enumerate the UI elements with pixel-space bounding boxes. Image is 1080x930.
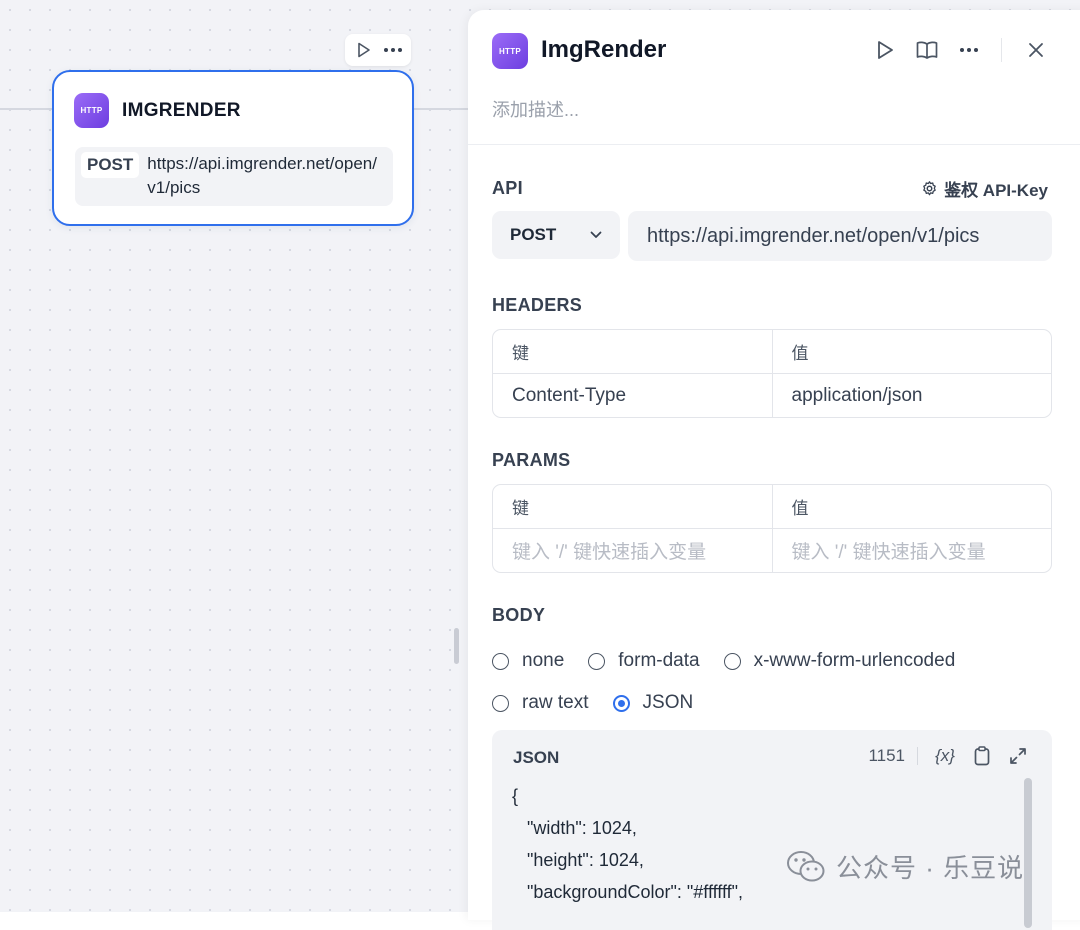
radio-x-www-form-urlencoded[interactable]: x-www-form-urlencoded [723,650,956,672]
params-table-header: 键 值 [493,485,1051,528]
json-editor[interactable]: JSON 1151 {x} { "width": 1024, "height":… [492,730,1052,930]
radio-circle [588,652,606,670]
radio-form-data[interactable]: form-data [588,650,700,672]
headers-table: 键 值 Content-Type application/json [492,329,1052,418]
radio-raw-text[interactable]: raw text [492,692,589,714]
chevron-down-icon [590,231,602,238]
http-node-card[interactable]: HTTP IMGRENDER POST https://api.imgrende… [52,70,414,226]
node-url: https://api.imgrender.net/open/v1/pics [147,154,377,197]
node-toolbar [345,34,411,66]
node-title: IMGRENDER [122,99,241,121]
radio-none[interactable]: none [492,650,564,672]
url-input[interactable]: https://api.imgrender.net/open/v1/pics [628,211,1052,261]
params-table: 键 值 键入 '/' 键快速插入变量 键入 '/' 键快速插入变量 [492,484,1052,573]
node-method-badge: POST [81,152,140,178]
radio-label: x-www-form-urlencoded [753,650,956,671]
json-code-content[interactable]: { "width": 1024, "height": 1024, "backgr… [512,780,743,908]
close-button[interactable] [1022,36,1050,64]
table-row: 键入 '/' 键快速插入变量 键入 '/' 键快速插入变量 [493,528,1051,572]
auth-settings-link[interactable]: 鉴权 API-Key [921,176,1048,201]
wechat-icon [787,850,825,881]
more-icon [383,48,402,52]
url-value: https://api.imgrender.net/open/v1/pics [647,224,980,247]
body-type-options-row-1: none form-data x-www-form-urlencoded [492,650,979,672]
radio-circle [723,652,741,670]
radio-circle-checked [612,694,630,712]
radio-json[interactable]: JSON [612,692,694,714]
headers-section-label: HEADERS [492,295,583,315]
play-icon [878,41,893,59]
http-badge-icon: HTTP [74,93,109,128]
json-scrollbar[interactable] [1024,778,1032,928]
header-key-input[interactable]: Content-Type [493,374,772,417]
play-icon [357,42,370,58]
radio-label: JSON [642,692,694,713]
radio-circle [492,694,509,712]
expand-icon [1010,748,1026,764]
description-input[interactable]: 添加描述... [492,96,579,122]
body-type-options-row-2: raw text JSON [492,692,717,714]
param-key-column: 键 [512,499,529,518]
body-section-label: BODY [492,605,546,625]
code-line: { [512,786,519,806]
panel-title[interactable]: ImgRender [541,36,666,64]
json-editor-toolbar: 1151 {x} [868,742,1032,770]
radio-circle [492,652,509,670]
param-key-input[interactable]: 键入 '/' 键快速插入变量 [493,529,772,572]
watermark-text: 公众号 · 乐豆说 [836,853,1025,883]
copy-icon [974,746,990,766]
header-value-input[interactable]: application/json [771,374,1052,417]
radio-label: raw text [522,692,589,713]
panel-more-button[interactable] [955,36,983,64]
insert-variable-button[interactable]: {x} [930,742,960,770]
book-icon [916,41,938,59]
code-line: "backgroundColor": "#ffffff", [512,882,744,902]
radio-label: none [522,650,565,671]
code-line: "width": 1024, [512,818,637,838]
header-key-column: 键 [512,344,529,363]
char-count: 1151 [868,746,905,765]
header-value-column: 值 [771,330,1052,373]
node-run-button[interactable] [352,38,376,62]
method-value: POST [510,225,557,244]
method-select[interactable]: POST [492,211,620,259]
params-section-label: PARAMS [492,450,571,470]
toolbar-divider [917,747,918,765]
json-editor-title: JSON [513,748,560,767]
node-header: HTTP IMGRENDER [74,93,241,128]
panel-http-badge-icon: HTTP [492,33,528,69]
panel-header: HTTP ImgRender 添加描述... [468,10,1080,145]
panel-resize-handle[interactable] [454,628,459,664]
param-value-input[interactable]: 键入 '/' 键快速插入变量 [771,529,1052,572]
radio-label: form-data [618,650,700,671]
watermark: 公众号 · 乐豆说 [786,848,1024,885]
expand-button[interactable] [1004,742,1032,770]
variable-icon: {x} [935,746,955,765]
api-section-label: API [492,178,523,198]
param-value-column: 值 [771,485,1052,528]
gear-icon [923,181,936,196]
copy-button[interactable] [968,742,996,770]
run-button[interactable] [871,36,899,64]
code-line: "height": 1024, [512,850,644,870]
auth-label: 鉴权 API-Key [944,181,1048,200]
more-icon [960,48,978,52]
header-divider [1001,38,1002,62]
headers-table-header: 键 值 [493,330,1051,373]
node-config-panel: HTTP ImgRender 添加描述... API 鉴权 API-Key PO… [468,10,1080,930]
node-request-summary: POST https://api.imgrender.net/open/v1/p… [75,147,393,206]
panel-header-actions [871,36,1050,64]
close-icon [1029,43,1043,57]
node-more-button[interactable] [381,38,405,62]
table-row: Content-Type application/json [493,373,1051,417]
docs-button[interactable] [913,36,941,64]
